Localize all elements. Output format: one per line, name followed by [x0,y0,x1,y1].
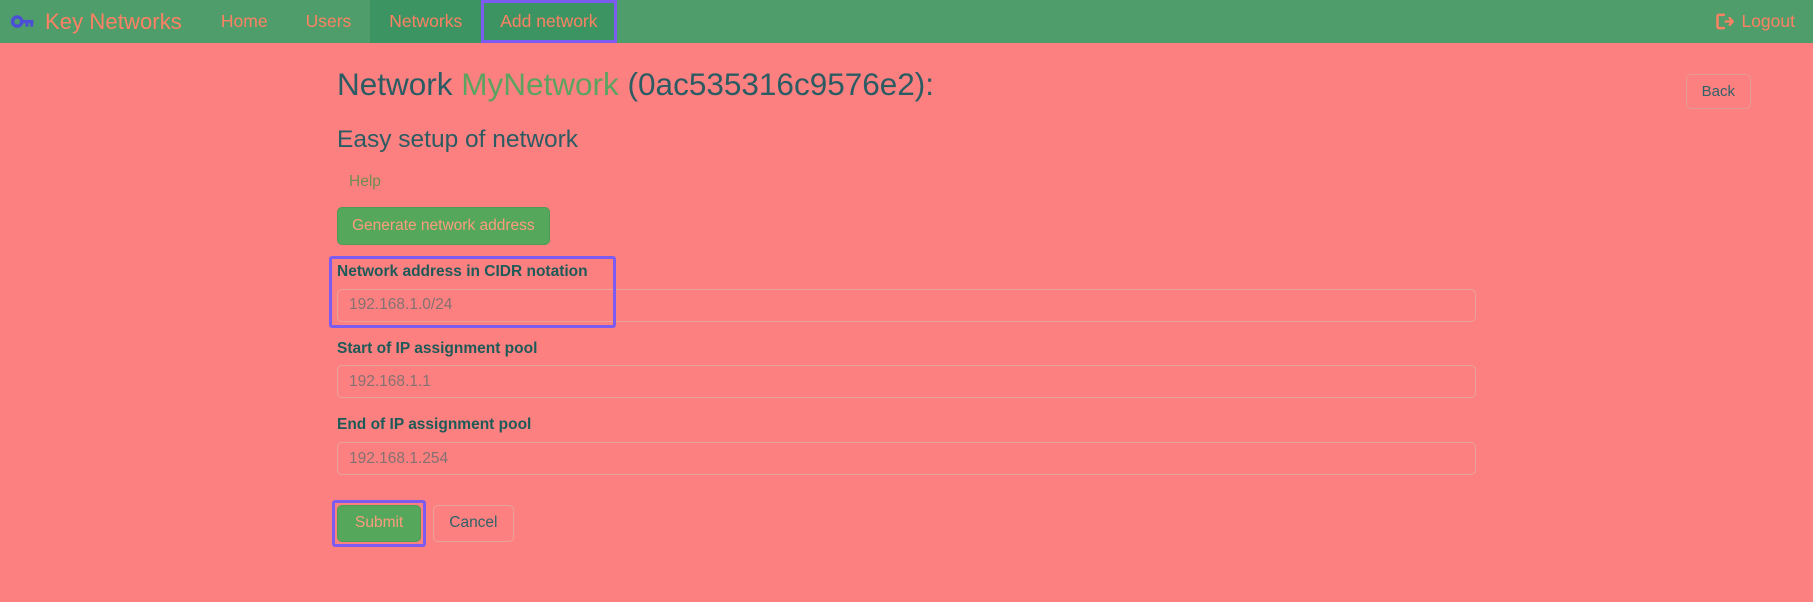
page-title-network-name: MyNetwork [461,66,619,102]
cancel-button[interactable]: Cancel [433,505,514,542]
field-ip-pool-start: Start of IP assignment pool [337,340,1476,399]
page-header: Network MyNetwork (0ac535316c9576e2): Ba… [0,65,1813,110]
field-ip-pool-end-label: End of IP assignment pool [337,416,532,434]
field-ip-pool-start-label: Start of IP assignment pool [337,339,538,357]
easy-setup-form: Help Generate network address Network ad… [329,155,1476,547]
submit-button-highlight: Submit [331,500,427,547]
key-icon [10,9,36,35]
nav-link-users[interactable]: Users [287,0,371,43]
nav-link-networks-label: Networks [389,11,463,31]
brand-link[interactable]: Key Networks [0,0,202,43]
logout-link[interactable]: Logout [1715,11,1795,32]
help-link[interactable]: Help [349,173,381,191]
network-address-cidr-input[interactable] [337,288,1476,322]
page-subtitle: Easy setup of network [337,126,579,154]
page-title: Network MyNetwork (0ac535316c9576e2): [337,65,934,104]
ip-pool-start-input[interactable] [337,365,1476,399]
page-title-prefix: Network [337,66,462,102]
field-network-address-cidr: Network address in CIDR notation [329,256,1476,328]
ip-pool-end-input[interactable] [337,442,1476,476]
navbar-right: Logout [1715,0,1813,43]
navbar: Key Networks Home Users Networks Add net… [0,0,1813,43]
nav-links: Home Users Networks Add network [202,0,617,43]
page-title-suffix: (0ac535316c9576e2): [618,66,935,102]
page-container: Network MyNetwork (0ac535316c9576e2): Ba… [0,43,1813,547]
submit-button[interactable]: Submit [337,505,422,542]
generate-network-address-button[interactable]: Generate network address [337,206,550,246]
sign-out-icon [1715,12,1735,31]
field-ip-pool-end: End of IP assignment pool [337,416,1476,476]
brand-label: Key Networks [45,8,182,34]
form-actions: Submit Cancel [331,500,1476,547]
nav-link-add-network-label: Add network [500,11,598,31]
logout-label: Logout [1741,11,1795,31]
field-network-address-cidr-label: Network address in CIDR notation [337,263,588,281]
nav-link-home[interactable]: Home [202,0,287,43]
nav-link-networks[interactable]: Networks [370,0,482,43]
nav-link-users-label: Users [305,11,352,31]
nav-link-add-network[interactable]: Add network [481,0,617,43]
nav-link-home-label: Home [220,11,268,31]
back-button[interactable]: Back [1685,74,1751,110]
